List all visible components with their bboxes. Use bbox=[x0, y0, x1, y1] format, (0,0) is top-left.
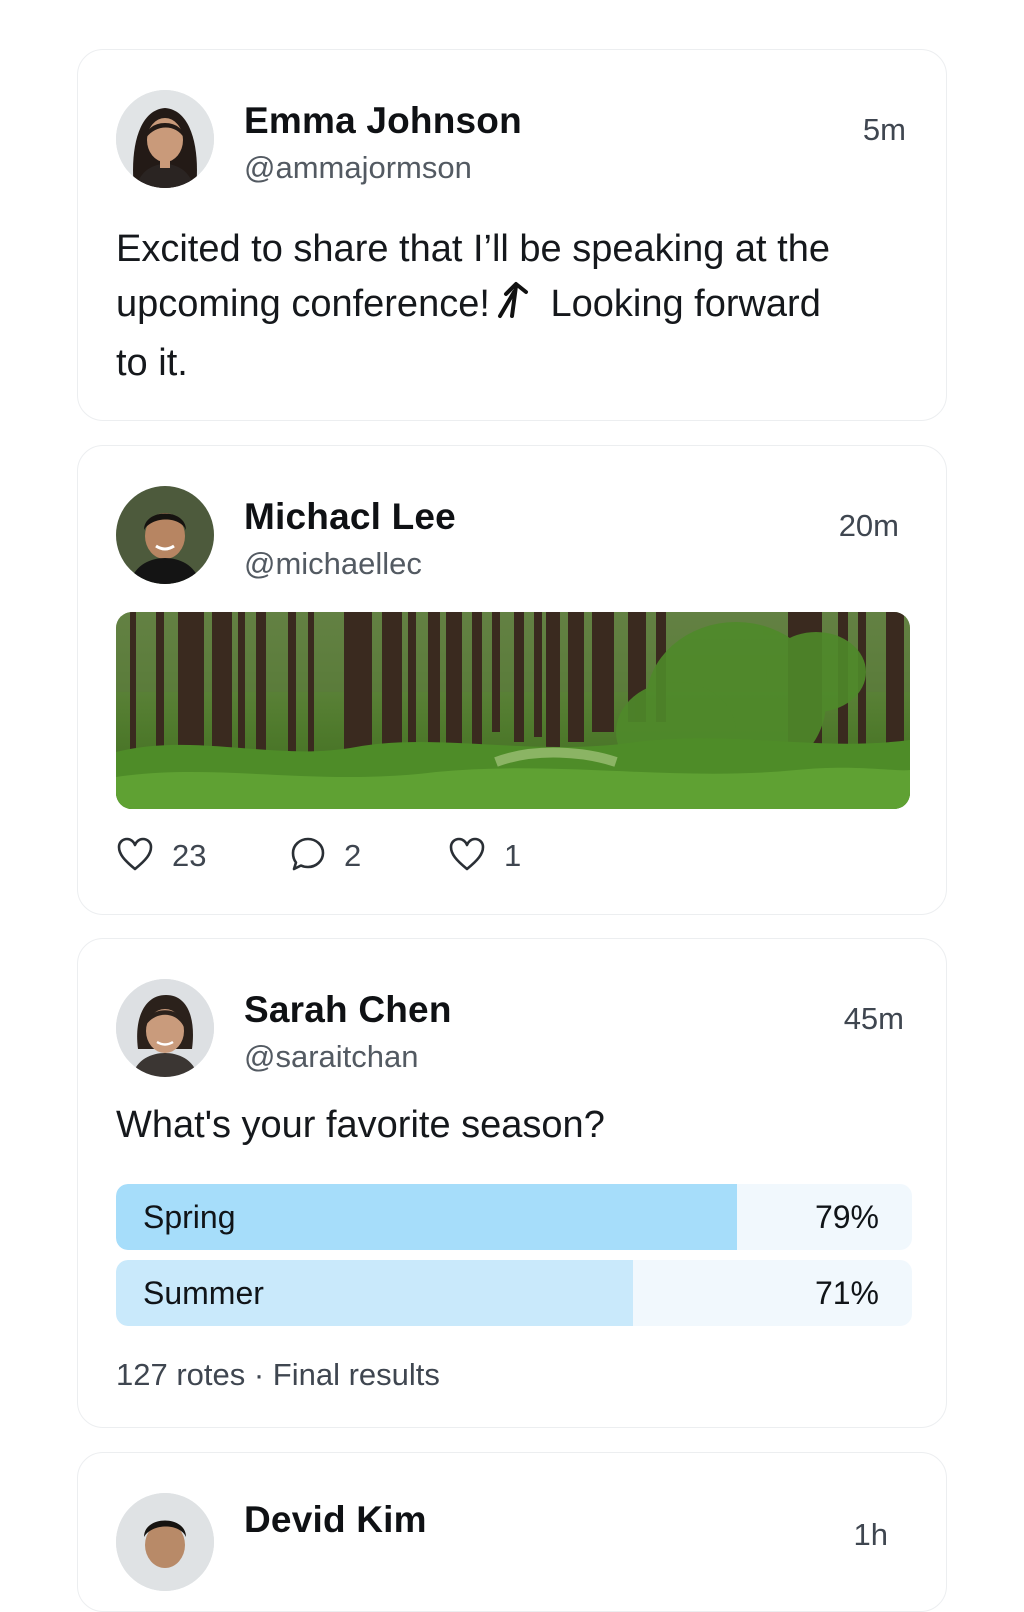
author-handle[interactable]: @michaellec bbox=[244, 546, 422, 582]
like-button[interactable]: 23 bbox=[116, 836, 206, 876]
avatar[interactable] bbox=[116, 90, 214, 188]
favorite-button[interactable]: 1 bbox=[448, 836, 521, 876]
post-timestamp: 1h bbox=[853, 1517, 888, 1552]
comment-count: 2 bbox=[344, 838, 362, 873]
author-name[interactable]: Emma Johnson bbox=[244, 100, 522, 142]
post-card[interactable]: Michacl Lee @michaellec 20m 23 2 1 bbox=[77, 445, 947, 915]
avatar[interactable] bbox=[116, 979, 214, 1077]
author-handle[interactable]: @ammajormson bbox=[244, 150, 472, 186]
poll-option-percent: 79% bbox=[814, 1199, 879, 1235]
poll-option-label: Spring bbox=[143, 1199, 236, 1235]
poll-question: What's your favorite season? bbox=[116, 1104, 605, 1146]
forest-photo[interactable] bbox=[116, 612, 910, 809]
author-handle[interactable]: @saraitchan bbox=[244, 1039, 419, 1075]
arrow-up-icon bbox=[494, 280, 534, 336]
poll-meta: 127 rotes · Final results bbox=[116, 1357, 440, 1392]
post-text-line: Excited to share that I’ll be speaking a… bbox=[116, 228, 830, 270]
post-timestamp: 45m bbox=[843, 1001, 904, 1036]
post-timestamp: 20m bbox=[838, 508, 899, 543]
poll-option-label: Summer bbox=[143, 1275, 264, 1311]
poll-option-percent: 71% bbox=[814, 1275, 879, 1311]
post-card[interactable]: Devid Kim 1h bbox=[77, 1452, 947, 1612]
post-body: Excited to share that I’ll be speaking a… bbox=[116, 222, 916, 391]
avatar-image bbox=[116, 979, 214, 1077]
post-text-line: Looking forward bbox=[550, 283, 821, 325]
post-card[interactable]: Sarah Chen @saraitchan 45m What's your f… bbox=[77, 938, 947, 1428]
heart-icon bbox=[448, 836, 486, 877]
post-card[interactable]: Emma Johnson @ammajormson 5m Excited to … bbox=[77, 49, 947, 421]
post-text-line: to it. bbox=[116, 342, 188, 384]
post-text-line: upcoming conference! bbox=[116, 283, 490, 325]
poll-option-spring[interactable]: Spring 79% bbox=[116, 1184, 912, 1250]
avatar-image bbox=[116, 1493, 214, 1591]
poll-option-summer[interactable]: Summer 71% bbox=[116, 1260, 912, 1326]
author-name[interactable]: Sarah Chen bbox=[244, 989, 452, 1031]
avatar[interactable] bbox=[116, 486, 214, 584]
heart-icon bbox=[116, 836, 154, 877]
like-count: 23 bbox=[172, 838, 207, 873]
author-name[interactable]: Devid Kim bbox=[244, 1499, 427, 1541]
comment-icon bbox=[290, 836, 326, 877]
comment-button[interactable]: 2 bbox=[290, 836, 361, 876]
avatar-image bbox=[116, 90, 214, 188]
favorite-count: 1 bbox=[504, 838, 522, 873]
post-timestamp: 5m bbox=[862, 112, 906, 147]
post-actions: 23 2 1 bbox=[116, 836, 716, 876]
avatar-image bbox=[116, 486, 214, 584]
avatar[interactable] bbox=[116, 1493, 214, 1591]
author-name[interactable]: Michacl Lee bbox=[244, 496, 456, 538]
